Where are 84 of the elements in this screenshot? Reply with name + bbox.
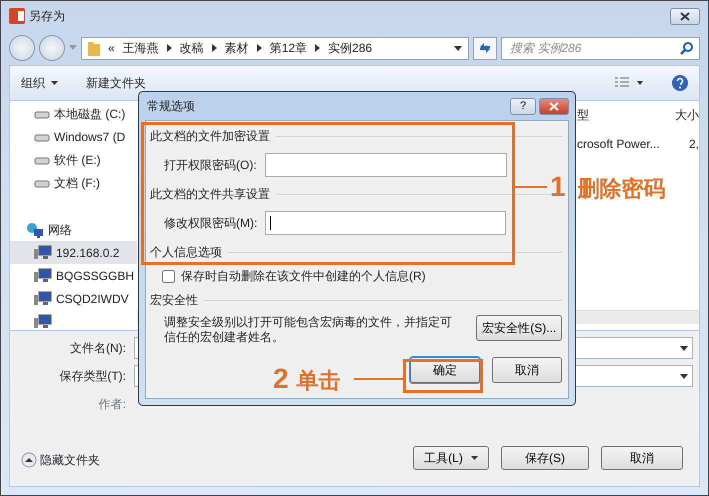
forward-button[interactable]	[39, 35, 65, 61]
password-field[interactable]	[264, 153, 507, 177]
chevron-icon	[166, 44, 172, 52]
computer-icon	[34, 268, 52, 283]
breadcrumb[interactable]: 第12章	[270, 39, 308, 57]
breadcrumb[interactable]: 实例286	[328, 39, 372, 57]
refresh-icon	[478, 41, 492, 55]
sidebar-item[interactable]: 软件 (E:)	[10, 148, 137, 171]
app-icon	[9, 8, 25, 24]
checkbox[interactable]	[162, 270, 175, 282]
annotation-text: 单击	[296, 370, 341, 392]
caret-icon	[51, 81, 58, 85]
field-label: 保存类型(T):	[58, 368, 127, 385]
annotation-number: 2	[273, 365, 289, 393]
annotation-text: 删除密码	[578, 178, 666, 200]
close-icon	[680, 12, 690, 20]
section-heading: 个人信息选项	[150, 244, 222, 261]
drive-icon	[34, 108, 50, 118]
sidebar-item[interactable]: BQGSSGGBH	[10, 264, 137, 287]
sidebar-item[interactable]: 网络	[10, 218, 137, 241]
cancel-button[interactable]: 取消	[601, 446, 683, 470]
help-icon	[671, 74, 689, 92]
section-heading: 此文档的文件共享设置	[150, 186, 270, 203]
sidebar-item[interactable]: 192.168.0.2	[10, 241, 137, 264]
password-field[interactable]	[265, 211, 506, 235]
drive-icon	[34, 178, 50, 188]
breadcrumb[interactable]: 王海燕	[122, 39, 159, 57]
breadcrumb[interactable]: 改稿	[180, 39, 204, 57]
drive-icon	[34, 132, 50, 142]
folder-icon	[88, 40, 100, 56]
organize-menu[interactable]: 组织	[20, 73, 59, 93]
sidebar-item[interactable]: Windows7 (D	[10, 125, 137, 148]
dropdown-icon	[454, 46, 462, 50]
search-box[interactable]: 搜索 实例286	[501, 36, 700, 60]
leader-line	[354, 378, 403, 380]
table-cell-text: crosoft Power...	[577, 136, 661, 153]
network-icon	[26, 222, 44, 238]
sidebar-item[interactable]: CSQD2IWDV	[10, 287, 137, 310]
checkbox-label: 保存时自动删除在该文件中创建的个人信息(R)	[181, 268, 426, 285]
drive-icon	[34, 154, 50, 164]
address-bar[interactable]: « 王海燕 改稿 素材 第12章 实例286	[81, 36, 469, 60]
help-button[interactable]: ?	[510, 98, 536, 114]
computer-icon	[34, 245, 52, 260]
leader-line	[515, 186, 547, 188]
section-heading: 宏安全性	[150, 292, 198, 309]
search-icon	[680, 42, 693, 54]
sidebar-item[interactable]: 文档 (F:)	[10, 171, 137, 194]
close-icon	[549, 102, 559, 110]
tools-menu-button[interactable]: 工具(L)	[413, 446, 489, 470]
field-label: 修改权限密码(M):	[164, 215, 258, 232]
table-cell-text: 2,	[688, 136, 699, 153]
back-button[interactable]	[9, 35, 35, 61]
field-label: 打开权限密码(O):	[164, 157, 257, 174]
dialog-title: 常规选项	[147, 98, 195, 115]
computer-icon	[34, 291, 52, 306]
computer-icon	[34, 314, 52, 329]
chevron-icon	[315, 44, 320, 52]
collapse-icon	[21, 452, 37, 468]
column-header[interactable]: 大小	[675, 106, 699, 124]
field-label: 文件名(N):	[69, 340, 127, 357]
annotation-number: 1	[550, 173, 566, 201]
field-label: 作者:	[98, 396, 127, 413]
close-button[interactable]	[539, 98, 569, 114]
dropdown-icon	[69, 45, 77, 51]
dropdown-icon	[680, 346, 688, 350]
section-heading: 此文档的文件加密设置	[150, 128, 270, 145]
description-text: 调整安全级别以打开可能包含宏病毒的文件，并指定可信任的宏创建者姓名。	[164, 315, 453, 345]
hide-folders-toggle[interactable]: 隐藏文件夹	[20, 450, 101, 470]
caret-icon	[470, 456, 478, 460]
macro-security-button[interactable]: 宏安全性(S)...	[476, 315, 562, 341]
sidebar-item[interactable]: 本地磁盘 (C:)	[10, 102, 137, 125]
column-header[interactable]: 型	[577, 106, 675, 124]
chevron-icon	[212, 44, 217, 52]
chevron-icon	[256, 44, 262, 52]
breadcrumb-overflow[interactable]: «	[108, 39, 115, 57]
window-title: 另存为	[29, 8, 65, 25]
cancel-button[interactable]: 取消	[492, 357, 562, 383]
refresh-button[interactable]	[473, 36, 497, 60]
checkbox-option[interactable]: 保存时自动删除在该文件中创建的个人信息(R)	[150, 263, 562, 289]
close-button[interactable]	[670, 8, 700, 24]
dropdown-icon	[680, 374, 688, 378]
breadcrumb[interactable]: 素材	[224, 39, 249, 57]
save-button[interactable]: 保存(S)	[501, 446, 589, 470]
new-folder-button[interactable]: 新建文件夹	[85, 73, 147, 93]
